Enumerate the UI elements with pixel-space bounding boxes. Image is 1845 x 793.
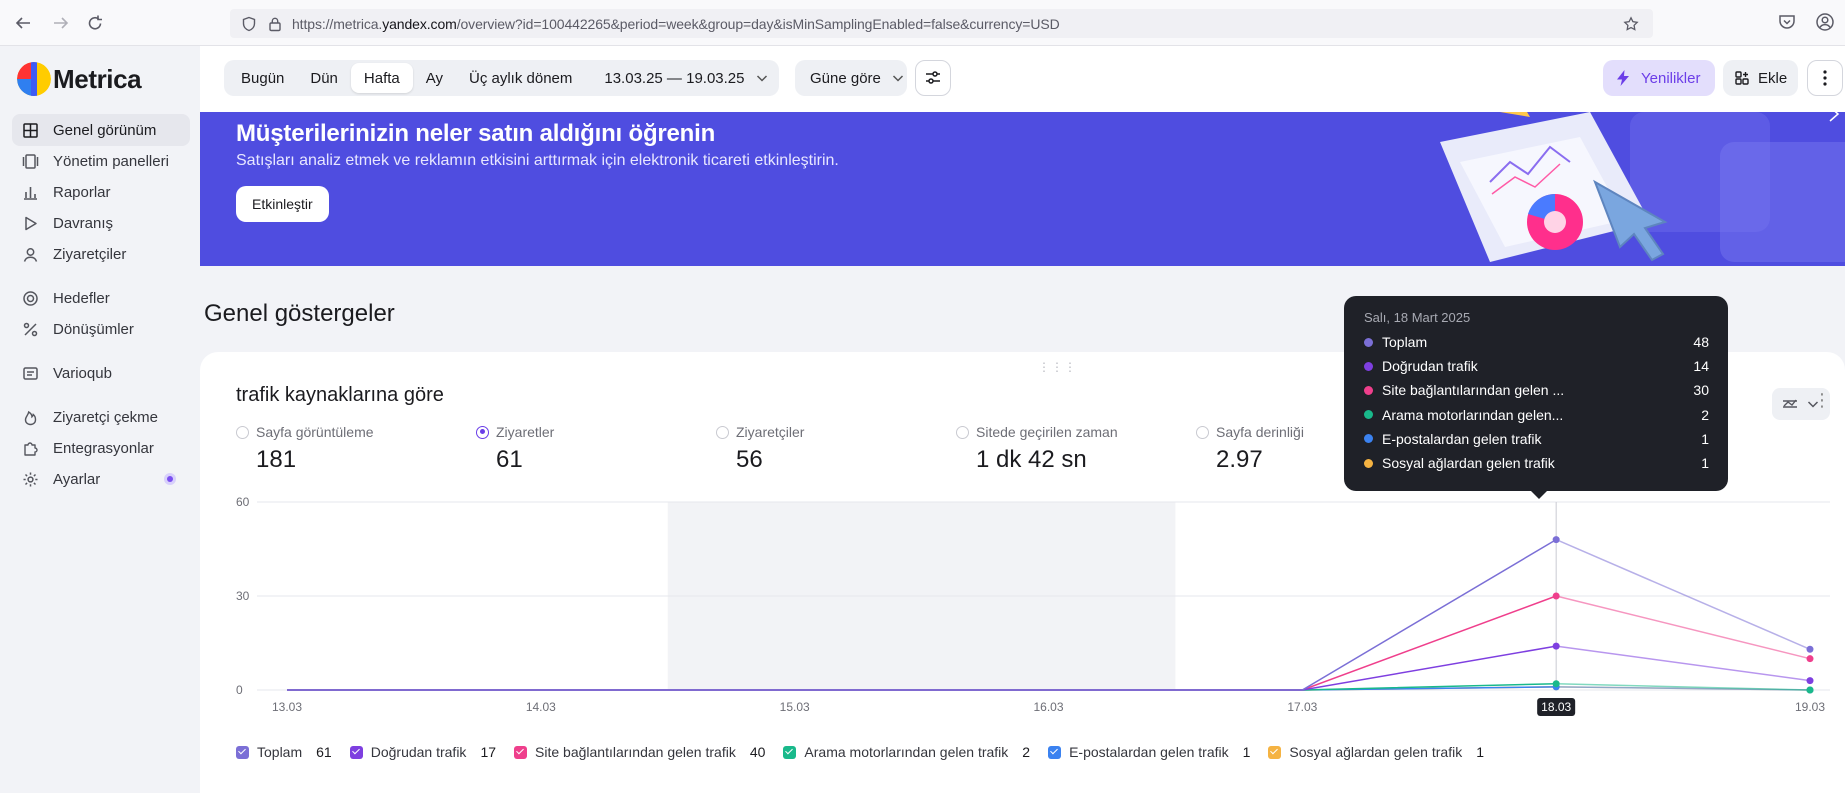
series-color-dot — [1364, 337, 1373, 347]
series-line-tail — [1555, 595, 1811, 660]
tooltip-row: Sosyal ağlardan gelen trafik 1 — [1364, 453, 1709, 473]
y-tick-label: 60 — [236, 495, 250, 509]
legend-series-total: 61 — [316, 744, 332, 760]
legend-item[interactable]: Doğrudan trafik 17 — [349, 744, 497, 760]
tooltip-row: E-postalardan gelen trafik 1 — [1364, 429, 1709, 449]
legend-series-total: 1 — [1242, 744, 1251, 760]
series-color-dot — [1364, 361, 1373, 371]
legend-checkbox[interactable] — [1048, 745, 1062, 759]
data-point — [1552, 642, 1560, 650]
legend-checkbox[interactable] — [783, 745, 797, 759]
legend-checkbox[interactable] — [1268, 745, 1282, 759]
tooltip-row: Toplam 48 — [1364, 332, 1709, 352]
chart-tooltip: Salı, 18 Mart 2025 Toplam 48 Doğrudan traf… — [1344, 296, 1728, 499]
legend-series-name: Sosyal ağlardan gelen trafik — [1289, 744, 1463, 760]
series-line-tail — [1555, 538, 1811, 650]
x-tick-label: 15.03 — [780, 700, 810, 714]
series-line-tail — [1556, 645, 1811, 682]
tooltip-series-name: Sosyal ağlardan gelen trafik — [1382, 455, 1555, 471]
legend-item[interactable]: Sosyal ağlardan gelen trafik 1 — [1268, 744, 1484, 760]
x-tick-label: 18.03 — [1541, 700, 1571, 714]
tooltip-series-name: Arama motorlarından gelen... — [1382, 406, 1564, 423]
tooltip-series-name: Doğrudan trafik — [1382, 358, 1478, 375]
legend-checkbox[interactable] — [236, 745, 249, 759]
data-point — [1552, 536, 1560, 544]
series-color-dot — [1364, 385, 1373, 395]
tooltip-series-name: Site bağlantılarından gelen ... — [1382, 382, 1565, 399]
tooltip-series-value: 1 — [1701, 430, 1709, 447]
legend-series-total: 40 — [749, 744, 766, 760]
x-tick-label: 17.03 — [1287, 700, 1317, 714]
x-tick-label: 13.03 — [272, 700, 302, 714]
data-point — [1806, 686, 1814, 694]
data-point — [1552, 680, 1560, 688]
chart-legend: Toplam 61 Doğrudan trafik 17 Site bağlantıla… — [236, 744, 1502, 760]
series-color-dot — [1364, 410, 1373, 420]
tooltip-date: Salı, 18 Mart 2025 — [1364, 310, 1471, 325]
x-tick-label: 19.03 — [1795, 700, 1825, 714]
tooltip-row: Doğrudan trafik 14 — [1364, 356, 1709, 376]
tooltip-series-value: 1 — [1701, 455, 1709, 471]
y-tick-label: 0 — [236, 683, 243, 697]
legend-series-total: 2 — [1022, 744, 1031, 760]
series-color-dot — [1364, 458, 1373, 468]
legend-item[interactable]: Arama motorlarından gelen trafik 2 — [783, 744, 1030, 760]
legend-series-total: 17 — [480, 744, 497, 760]
legend-series-name: Site bağlantılarından gelen trafik — [535, 744, 736, 760]
data-point — [1806, 655, 1814, 663]
legend-item[interactable]: Toplam 61 — [236, 744, 332, 760]
x-tick-label: 16.03 — [1033, 700, 1063, 714]
legend-checkbox[interactable] — [514, 745, 528, 759]
tooltip-series-value: 14 — [1693, 358, 1709, 375]
legend-series-name: E-postalardan gelen trafik — [1069, 744, 1229, 760]
tooltip-series-name: E-postalardan gelen trafik — [1382, 430, 1542, 447]
legend-series-name: Doğrudan trafik — [370, 744, 467, 760]
tooltip-series-value: 30 — [1693, 382, 1709, 399]
tooltip-series-value: 2 — [1701, 406, 1709, 423]
legend-item[interactable]: Site bağlantılarından gelen trafik 40 — [514, 744, 765, 760]
data-point — [1552, 592, 1560, 600]
data-point — [1806, 645, 1814, 653]
legend-item[interactable]: E-postalardan gelen trafik 1 — [1048, 744, 1250, 760]
data-point — [1806, 677, 1814, 685]
legend-checkbox[interactable] — [349, 745, 363, 759]
legend-series-total: 1 — [1476, 744, 1484, 760]
tooltip-series-name: Toplam — [1382, 334, 1428, 350]
tooltip-row: Arama motorlarından gelen... 2 — [1364, 405, 1709, 425]
y-tick-label: 30 — [236, 589, 250, 603]
series-color-dot — [1364, 434, 1373, 444]
legend-series-name: Toplam — [257, 744, 303, 760]
tooltip-series-value: 48 — [1693, 334, 1709, 350]
x-tick-label: 14.03 — [526, 700, 556, 714]
tooltip-row: Site bağlantılarından gelen ... 30 — [1364, 380, 1709, 400]
legend-series-name: Arama motorlarından gelen trafik — [804, 744, 1009, 760]
